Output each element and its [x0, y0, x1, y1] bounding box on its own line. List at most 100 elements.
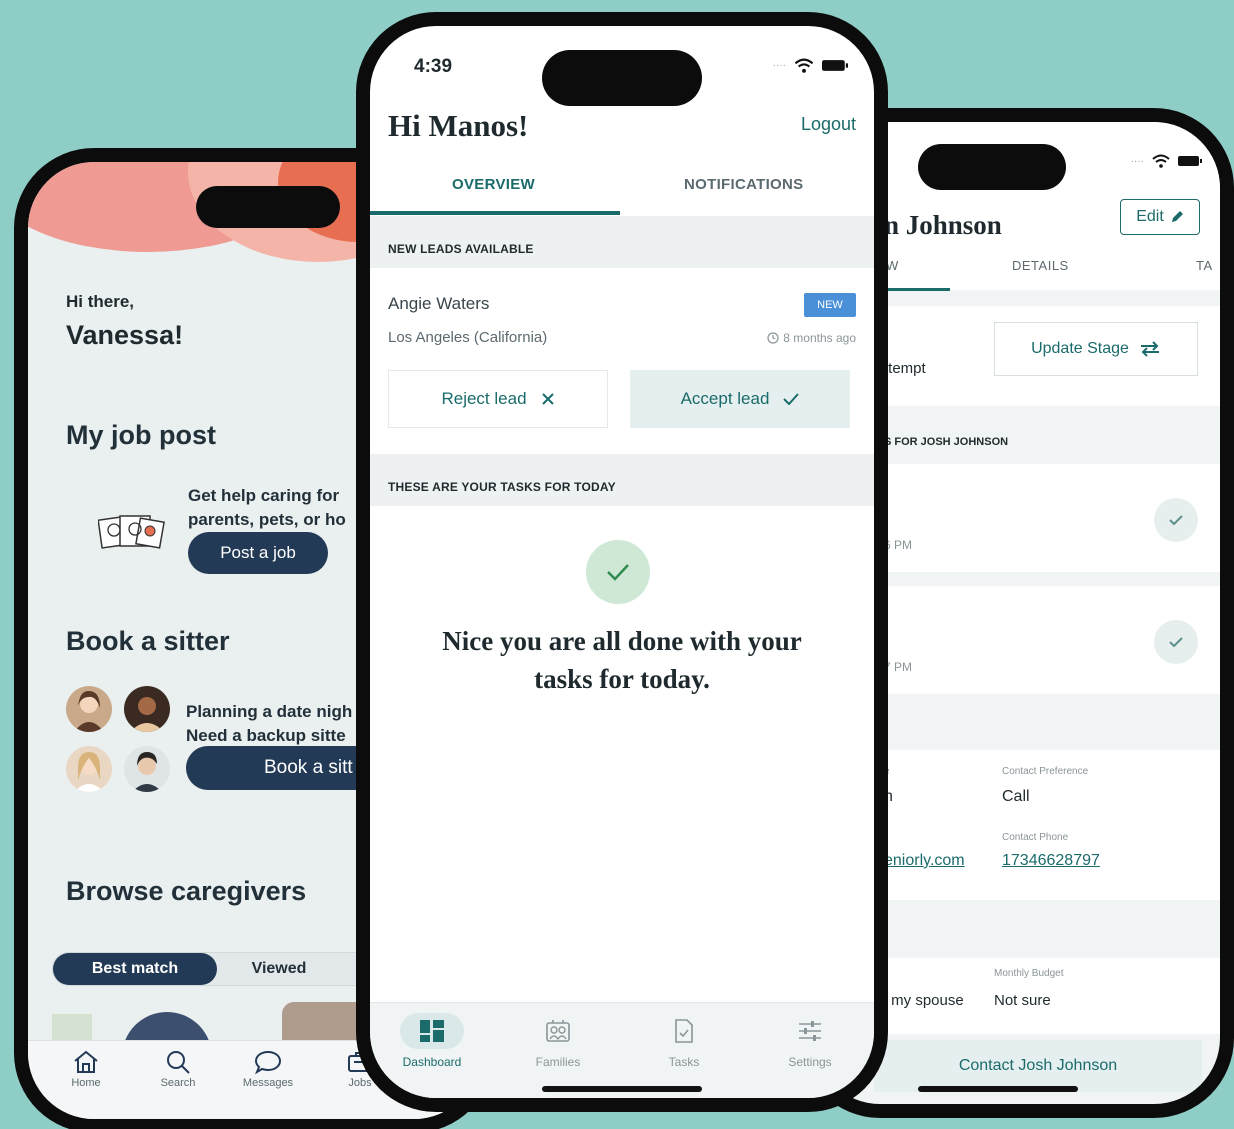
avatar — [66, 686, 112, 732]
bottom-tab-bar: Dashboard Families Tasks Settings — [370, 1002, 874, 1098]
battery-icon — [822, 60, 848, 71]
task-time: 7 PM — [884, 660, 913, 674]
logout-link[interactable]: Logout — [801, 114, 856, 135]
relation-text: r my spouse — [882, 992, 964, 1009]
home-indicator — [918, 1086, 1078, 1092]
settings-sliders-icon — [799, 1021, 821, 1041]
families-icon — [546, 1020, 570, 1042]
update-stage-label: Update Stage — [1031, 340, 1129, 357]
tab-families[interactable]: Families — [508, 1013, 608, 1069]
tab-label: Families — [535, 1055, 581, 1069]
segment-best-match[interactable]: Best match — [53, 953, 217, 985]
leads-header-label: NEW LEADS AVAILABLE — [388, 242, 534, 256]
accept-label: Accept lead — [680, 389, 770, 408]
contact-preference-label: Contact Preference — [1002, 766, 1089, 777]
tasks-section-header: THESE ARE YOUR TASKS FOR TODAY — [370, 454, 874, 506]
sitter-description: Planning a date nigh Need a backup sitte — [186, 702, 353, 745]
pencil-icon — [1171, 211, 1183, 222]
tasks-icon — [675, 1019, 693, 1043]
edit-button[interactable]: Edit — [1120, 199, 1200, 235]
job-post-title: My job post — [66, 420, 216, 450]
lead-location: Los Angeles (California) — [388, 329, 548, 346]
contact-name: n Johnson — [884, 210, 1002, 240]
tab-label: Dashboard — [402, 1055, 462, 1069]
accept-lead-button[interactable]: Accept lead — [630, 370, 850, 428]
tab-label: Tasks — [668, 1055, 700, 1069]
new-badge: NEW — [804, 293, 856, 317]
check-icon — [1169, 637, 1183, 648]
check-icon — [783, 393, 800, 405]
lead-age: 8 months ago — [767, 331, 856, 345]
clock-icon — [767, 332, 779, 344]
dynamic-island — [196, 186, 340, 228]
reject-lead-button[interactable]: Reject lead — [388, 370, 608, 428]
tab-overview[interactable]: OVERVIEW — [452, 176, 535, 193]
tab-tasks[interactable]: TA — [1196, 258, 1213, 273]
status-icons: ···· — [773, 58, 848, 73]
edit-label: Edit — [1136, 208, 1164, 225]
monthly-budget-value: Not sure — [994, 992, 1051, 1009]
greeting-small: Hi there, — [66, 292, 135, 311]
center-phone-screen: 4:39 ···· Hi Manos! Logout OVERVIEW NOTI… — [370, 26, 874, 1098]
task-complete-check[interactable] — [1154, 498, 1198, 542]
swap-arrows-icon — [1140, 341, 1159, 357]
tasks-header-label: THESE ARE YOUR TASKS FOR TODAY — [388, 480, 616, 494]
dashboard-icon — [420, 1020, 444, 1042]
dynamic-island — [542, 50, 702, 106]
tab-details[interactable]: DETAILS — [1012, 258, 1069, 273]
tab-notifications[interactable]: NOTIFICATIONS — [684, 176, 803, 193]
job-post-description: Get help caring for parents, pets, or ho — [188, 486, 346, 529]
post-job-button[interactable]: Post a job — [188, 532, 328, 574]
signal-dots-icon: ···· — [1130, 155, 1144, 167]
task-complete-check[interactable] — [1154, 620, 1198, 664]
tab-label: Home — [71, 1077, 101, 1089]
stage-text: ttempt — [884, 360, 926, 377]
phone-link[interactable]: 17346628797 — [1002, 852, 1100, 870]
page-title: Hi Manos! — [388, 108, 529, 143]
wifi-icon — [794, 58, 814, 73]
dynamic-island — [918, 144, 1066, 190]
tab-label: Messages — [242, 1077, 294, 1089]
tab-search[interactable]: Search — [138, 1049, 218, 1089]
photos-illustration-icon — [98, 515, 165, 549]
segment-viewed[interactable]: Viewed — [233, 953, 325, 985]
lead-age-text: 8 months ago — [783, 331, 856, 345]
tasks-header: S FOR JOSH JOHNSON — [884, 436, 1009, 448]
avatar — [66, 746, 112, 792]
home-indicator — [542, 1086, 702, 1092]
search-icon — [167, 1051, 190, 1074]
leads-section-header: NEW LEADS AVAILABLE — [370, 216, 874, 268]
avatar — [124, 686, 170, 732]
status-icons: ···· — [1131, 154, 1202, 168]
check-icon — [607, 564, 629, 581]
home-icon — [74, 1050, 98, 1073]
done-check-badge — [586, 540, 650, 604]
task-time: 6 PM — [884, 538, 913, 552]
tab-underline — [370, 211, 620, 215]
update-stage-button[interactable]: Update Stage — [994, 322, 1198, 376]
contact-phone-label: Contact Phone — [1002, 832, 1069, 843]
book-sitter-title: Book a sitter — [66, 626, 230, 656]
contact-preference-value: Call — [1002, 788, 1030, 805]
tab-settings[interactable]: Settings — [760, 1013, 860, 1069]
tab-messages[interactable]: Messages — [228, 1049, 308, 1089]
center-phone: 4:39 ···· Hi Manos! Logout OVERVIEW NOTI… — [356, 12, 888, 1112]
contact-person-button[interactable]: Contact Josh Johnson — [874, 1040, 1202, 1092]
avatar — [124, 746, 170, 792]
chat-bubble-icon — [254, 1050, 282, 1075]
lead-name: Angie Waters — [388, 294, 490, 313]
close-icon — [541, 393, 554, 405]
signal-dots-icon: ···· — [772, 60, 786, 71]
wifi-icon — [1152, 154, 1170, 168]
tab-tasks[interactable]: Tasks — [634, 1013, 734, 1069]
tab-dashboard[interactable]: Dashboard — [382, 1013, 482, 1069]
email-link[interactable]: eniorly.com — [884, 852, 965, 870]
reject-label: Reject lead — [441, 389, 527, 408]
browse-caregivers-title: Browse caregivers — [66, 876, 307, 906]
tab-label: Settings — [788, 1055, 832, 1069]
greeting-name: Vanessa! — [66, 320, 184, 350]
tab-label: Search — [160, 1077, 196, 1089]
battery-icon — [1178, 156, 1202, 166]
tab-home[interactable]: Home — [46, 1049, 126, 1089]
done-message: Nice you are all done with your tasks fo… — [442, 626, 802, 694]
